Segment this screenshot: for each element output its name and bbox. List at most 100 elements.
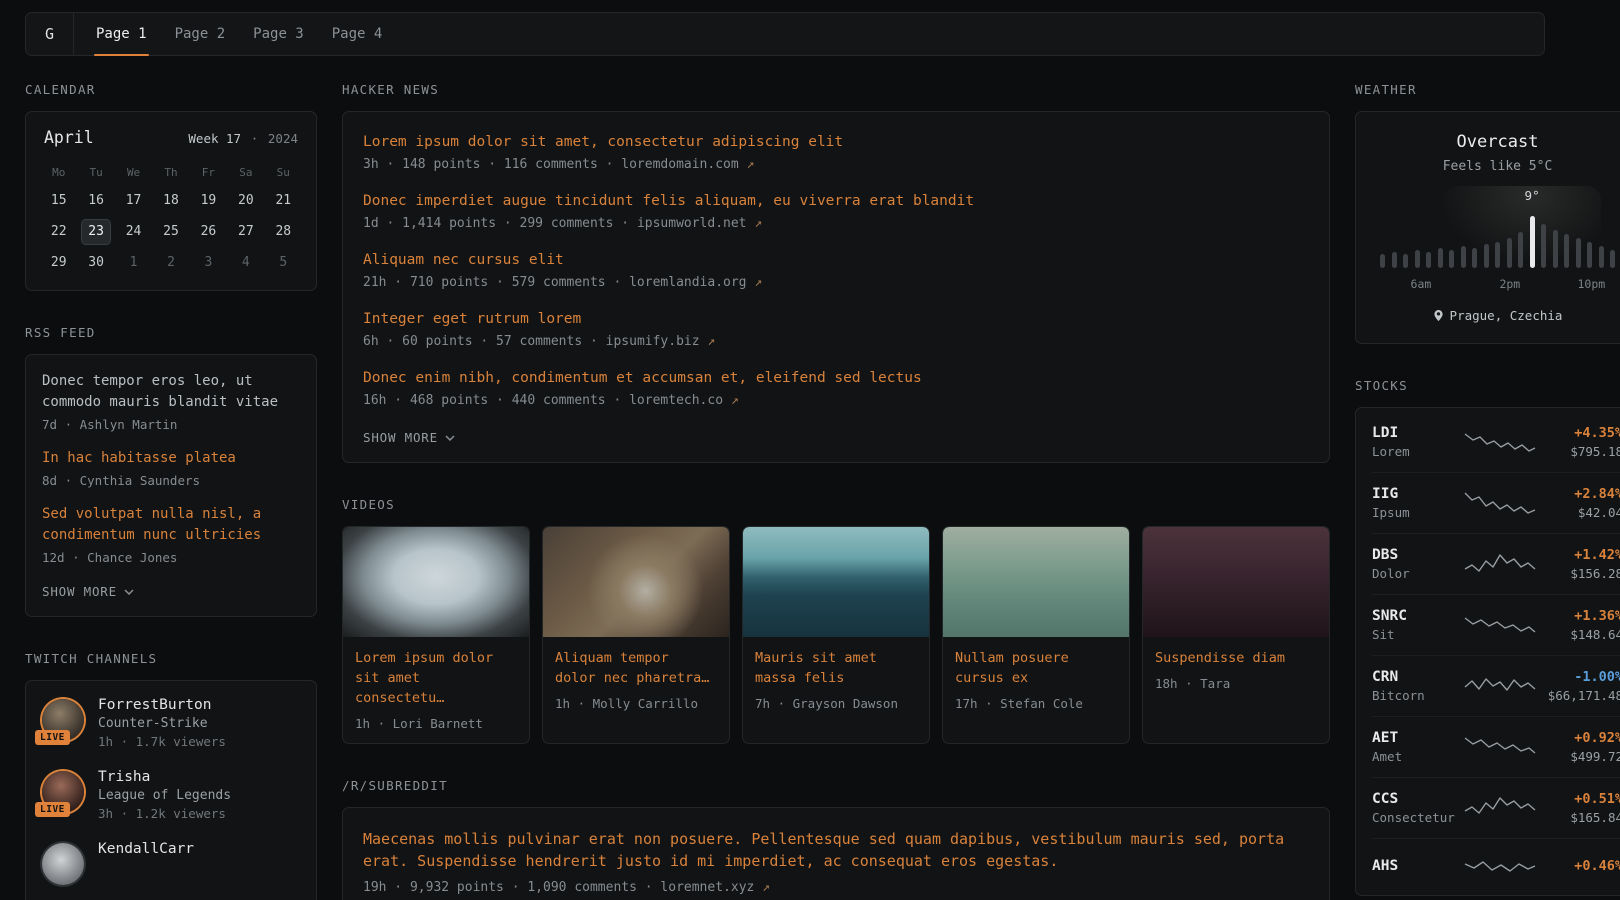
subreddit-post-title[interactable]: Maecenas mollis pulvinar erat non posuer…: [363, 828, 1309, 872]
video-card[interactable]: Lorem ipsum dolor sit amet consectetu… 1…: [342, 526, 530, 744]
hacker-news-card: Lorem ipsum dolor sit amet, consectetur …: [342, 111, 1330, 463]
external-link-icon: ↗: [707, 334, 715, 349]
external-link-icon: ↗: [747, 157, 755, 172]
stock-price: $156.28: [1542, 566, 1620, 581]
news-item-meta: 21h · 710 points · 579 comments · loreml…: [363, 275, 1309, 290]
news-item-title[interactable]: Donec enim nibh, condimentum et accumsan…: [363, 368, 1309, 388]
stock-sparkline: [1464, 852, 1536, 882]
rss-item-title[interactable]: Sed volutpat nulla nisl, a condimentum n…: [42, 504, 300, 546]
app-logo[interactable]: G: [26, 13, 74, 55]
calendar-day: 4: [231, 250, 261, 276]
hacker-news-show-more-button[interactable]: SHOW MORE: [363, 430, 455, 445]
calendar-day: 21: [268, 188, 298, 214]
calendar-day: 22: [44, 219, 74, 245]
middle-column: HACKER NEWS Lorem ipsum dolor sit amet, …: [342, 82, 1330, 900]
calendar-day-header: Th: [152, 163, 189, 183]
news-item-domain[interactable]: loremtech.co: [629, 393, 723, 408]
video-title[interactable]: Nullam posuere cursus ex: [955, 648, 1117, 688]
rss-item: In hac habitasse platea 8d · Cynthia Sau…: [42, 448, 300, 488]
video-thumbnail[interactable]: [343, 527, 529, 637]
video-thumbnail[interactable]: [1143, 527, 1329, 637]
external-link-icon: ↗: [762, 880, 770, 895]
stock-row[interactable]: IIG Ipsum +2.84% $42.04: [1372, 472, 1620, 533]
news-item-domain[interactable]: ipsumify.biz: [606, 334, 700, 349]
subreddit-post-domain[interactable]: loremnet.xyz: [660, 880, 754, 895]
news-item-meta: 6h · 60 points · 57 comments · ipsumify.…: [363, 334, 1309, 349]
video-card[interactable]: Mauris sit amet massa felis 7h · Grayson…: [742, 526, 930, 744]
stock-row[interactable]: CCS Consectetur +0.51% $165.84: [1372, 777, 1620, 838]
video-title[interactable]: Mauris sit amet massa felis: [755, 648, 917, 688]
weather-time-label: 6am: [1411, 277, 1432, 291]
news-item-domain[interactable]: ipsumworld.net: [637, 216, 747, 231]
news-item-title[interactable]: Integer eget rutrum lorem: [363, 309, 1309, 329]
video-thumbnail[interactable]: [543, 527, 729, 637]
calendar-week-info: Week 17 · 2024: [188, 128, 298, 147]
video-thumbnail[interactable]: [743, 527, 929, 637]
stock-row[interactable]: LDI Lorem +4.35% $795.18: [1372, 412, 1620, 472]
tab-page-4[interactable]: Page 4: [332, 13, 383, 55]
video-meta: 17h · Stefan Cole: [955, 696, 1117, 711]
news-item-title[interactable]: Lorem ipsum dolor sit amet, consectetur …: [363, 132, 1309, 152]
stock-row[interactable]: AHS +0.46%: [1372, 838, 1620, 895]
video-card[interactable]: Nullam posuere cursus ex 17h · Stefan Co…: [942, 526, 1130, 744]
rss-widget: RSS FEED Donec tempor eros leo, ut commo…: [25, 325, 317, 617]
video-thumbnail[interactable]: [943, 527, 1129, 637]
subreddit-card: Maecenas mollis pulvinar erat non posuer…: [342, 807, 1330, 900]
video-meta: 1h · Lori Barnett: [355, 716, 517, 731]
video-title[interactable]: Suspendisse diam: [1155, 648, 1317, 668]
channel-game: League of Legends: [98, 788, 231, 803]
dashboard-page: G Page 1 Page 2 Page 3 Page 4 CALENDAR A…: [25, 12, 1545, 900]
twitch-channel[interactable]: KendallCarr: [42, 841, 300, 885]
news-item-domain[interactable]: loremdomain.com: [621, 157, 738, 172]
weather-bars: [1380, 216, 1615, 268]
news-item-title[interactable]: Aliquam nec cursus elit: [363, 250, 1309, 270]
video-meta: 18h · Tara: [1155, 676, 1317, 691]
news-item-title[interactable]: Donec imperdiet augue tincidunt felis al…: [363, 191, 1309, 211]
right-column: WEATHER Overcast Feels like 5°C 9° 6am 2…: [1355, 82, 1620, 900]
channel-avatar: LIVE: [42, 771, 84, 813]
calendar-day: 20: [231, 188, 261, 214]
weather-bar: [1484, 244, 1489, 268]
stock-change: +1.36%: [1542, 608, 1620, 624]
twitch-channel[interactable]: LIVE ForrestBurton Counter-Strike 1h · 1…: [42, 697, 300, 749]
tab-page-3[interactable]: Page 3: [253, 13, 304, 55]
calendar-card: April Week 17 · 2024 Mo Tu We Th Fr Sa: [25, 111, 317, 291]
weather-bar: [1599, 246, 1604, 268]
calendar-day-header: We: [115, 163, 152, 183]
stock-name: Ipsum: [1372, 505, 1458, 520]
live-badge: LIVE: [35, 730, 70, 745]
stock-sparkline: [1464, 793, 1536, 823]
stock-change: +4.35%: [1542, 425, 1620, 441]
rss-item-meta: 7d · Ashlyn Martin: [42, 417, 300, 432]
stock-row[interactable]: AET Amet +0.92% $499.72: [1372, 716, 1620, 777]
channel-name[interactable]: Trisha: [98, 769, 231, 785]
video-title[interactable]: Lorem ipsum dolor sit amet consectetu…: [355, 648, 517, 708]
video-title[interactable]: Aliquam tempor dolor nec pharetra…: [555, 648, 717, 688]
channel-meta: 3h · 1.2k viewers: [98, 806, 231, 821]
rss-item-meta: 12d · Chance Jones: [42, 550, 300, 565]
stock-row[interactable]: SNRC Sit +1.36% $148.64: [1372, 594, 1620, 655]
videos-widget: VIDEOS Lorem ipsum dolor sit amet consec…: [342, 497, 1330, 744]
tab-page-2[interactable]: Page 2: [175, 13, 226, 55]
calendar-day: 27: [231, 219, 261, 245]
video-card[interactable]: Aliquam tempor dolor nec pharetra… 1h · …: [542, 526, 730, 744]
calendar-header: April Week 17 · 2024: [40, 128, 302, 147]
rss-item-title[interactable]: Donec tempor eros leo, ut commodo mauris…: [42, 371, 300, 413]
rss-item-title[interactable]: In hac habitasse platea: [42, 448, 300, 469]
news-item-domain[interactable]: loremlandia.org: [629, 275, 746, 290]
twitch-channel[interactable]: LIVE Trisha League of Legends 3h · 1.2k …: [42, 769, 300, 821]
news-item: Aliquam nec cursus elit 21h · 710 points…: [363, 250, 1309, 290]
weather-bar: [1576, 238, 1581, 268]
stock-name: Consectetur: [1372, 810, 1458, 825]
section-title-hacker-news: HACKER NEWS: [342, 82, 1330, 97]
calendar-widget: CALENDAR April Week 17 · 2024 Mo Tu We: [25, 82, 317, 291]
video-card[interactable]: Suspendisse diam 18h · Tara: [1142, 526, 1330, 744]
tab-page-1[interactable]: Page 1: [96, 13, 147, 55]
stock-row[interactable]: DBS Dolor +1.42% $156.28: [1372, 533, 1620, 594]
stock-row[interactable]: CRN Bitcorn -1.00% $66,171.48: [1372, 655, 1620, 716]
external-link-icon: ↗: [754, 275, 762, 290]
stock-sparkline: [1464, 488, 1536, 518]
rss-show-more-button[interactable]: SHOW MORE: [42, 584, 134, 599]
channel-name[interactable]: ForrestBurton: [98, 697, 226, 713]
channel-name[interactable]: KendallCarr: [98, 841, 194, 857]
